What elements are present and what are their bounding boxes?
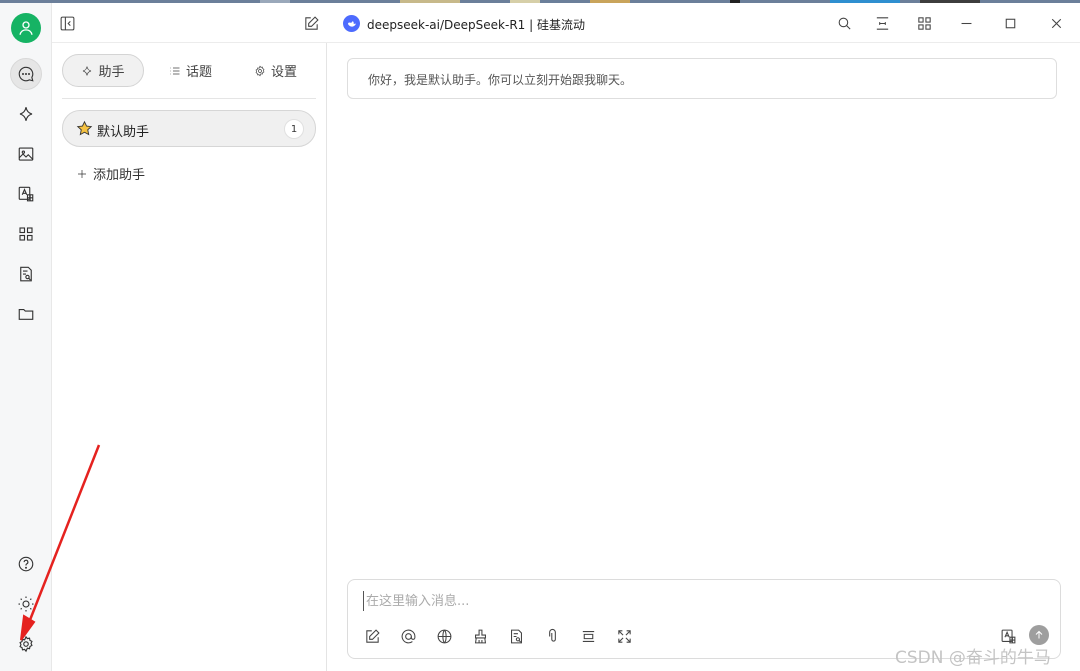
rail-settings[interactable] [10, 628, 42, 660]
clear-button[interactable] [470, 626, 490, 646]
avatar[interactable] [11, 13, 41, 43]
tab-label: 设置 [271, 65, 298, 80]
star-icon [76, 120, 93, 136]
rail-help[interactable] [10, 548, 42, 580]
close-button[interactable] [1046, 13, 1066, 33]
edit-icon [304, 15, 319, 30]
rail-knowledge[interactable] [10, 258, 42, 290]
folder-icon [18, 308, 34, 320]
at-icon [401, 629, 415, 643]
paperclip-icon [548, 628, 556, 642]
web-search-button[interactable] [434, 626, 454, 646]
context-button[interactable] [578, 626, 598, 646]
globe-icon [437, 629, 451, 643]
assistant-panel: 助手 话题 设置 默认助手 1 添加助手 [52, 43, 327, 671]
minimize-button[interactable] [956, 13, 976, 33]
minimize-icon [961, 22, 971, 24]
maximize-icon [1005, 18, 1015, 28]
gear-icon [255, 65, 265, 76]
attach-button[interactable] [542, 626, 562, 646]
search-icon [838, 17, 851, 30]
search-button[interactable] [834, 13, 854, 33]
narrow-mode-button[interactable] [872, 13, 892, 33]
document-search-icon [20, 266, 32, 282]
maximize-button[interactable] [1000, 13, 1020, 33]
assistant-name: 默认助手 [97, 125, 150, 140]
rail-agents[interactable] [10, 98, 42, 130]
rail-apps[interactable] [10, 218, 42, 250]
arrow-up-icon [1035, 630, 1043, 639]
topic-count-badge: 1 [284, 119, 304, 139]
context-icon [582, 630, 594, 642]
rail-theme[interactable] [10, 588, 42, 620]
panel-tabs: 助手 话题 设置 [62, 54, 316, 88]
apps-icon [917, 16, 931, 30]
message-input[interactable] [363, 591, 1043, 611]
icon-rail [0, 3, 52, 671]
minapp-button[interactable] [914, 13, 934, 33]
document-search-icon [510, 629, 522, 643]
app-window: deepseek-ai/DeepSeek-R1 | 硅基流动 助手 话题 设置 … [0, 0, 1080, 671]
image-icon [18, 147, 34, 161]
watermark: CSDN @奋斗的牛马 [895, 648, 1051, 668]
sidebar-collapse-icon [60, 16, 74, 30]
title-bar: deepseek-ai/DeepSeek-R1 | 硅基流动 [52, 3, 1080, 43]
new-topic-button[interactable] [362, 626, 382, 646]
rail-images[interactable] [10, 138, 42, 170]
rail-files[interactable] [10, 298, 42, 330]
fit-width-icon [876, 16, 888, 30]
tab-topics[interactable]: 话题 [155, 54, 226, 87]
assistant-item-default[interactable]: 默认助手 1 [62, 110, 316, 147]
deepseek-logo-icon[interactable] [343, 15, 360, 32]
new-chat-button[interactable] [301, 13, 321, 33]
plus-icon [78, 169, 86, 178]
apps-icon [19, 227, 33, 241]
chat-icon [18, 66, 34, 82]
tab-label: 话题 [186, 65, 213, 80]
help-icon [18, 556, 34, 572]
user-icon [19, 21, 33, 35]
divider [62, 98, 316, 99]
translate-icon [18, 186, 34, 202]
rail-translate[interactable] [10, 178, 42, 210]
edit-icon [365, 628, 380, 643]
chat-area: 你好，我是默认助手。你可以立刻开始跟我聊天。 [327, 43, 1080, 671]
close-icon [1051, 18, 1061, 28]
tab-assistants[interactable]: 助手 [62, 54, 144, 87]
mention-button[interactable] [398, 626, 418, 646]
sparkle-icon [19, 107, 33, 121]
tab-label: 助手 [98, 65, 125, 80]
expand-button[interactable] [614, 626, 634, 646]
model-title[interactable]: deepseek-ai/DeepSeek-R1 | 硅基流动 [367, 16, 585, 33]
knowledge-base-button[interactable] [506, 626, 526, 646]
broom-icon [474, 629, 486, 643]
translate-icon [1001, 629, 1015, 643]
greeting-message: 你好，我是默认助手。你可以立刻开始跟我聊天。 [347, 58, 1057, 99]
expand-icon [617, 629, 631, 643]
rail-chat[interactable] [10, 58, 42, 90]
tab-settings[interactable]: 设置 [240, 54, 311, 87]
send-button[interactable] [1029, 625, 1049, 645]
list-icon [170, 67, 180, 74]
add-assistant-button[interactable]: 添加助手 [76, 164, 145, 183]
sparkle-icon [83, 65, 92, 76]
theme-icon [18, 596, 34, 612]
collapse-sidebar-button[interactable] [57, 13, 77, 33]
settings-icon [19, 635, 33, 653]
add-assistant-label: 添加助手 [93, 168, 146, 183]
